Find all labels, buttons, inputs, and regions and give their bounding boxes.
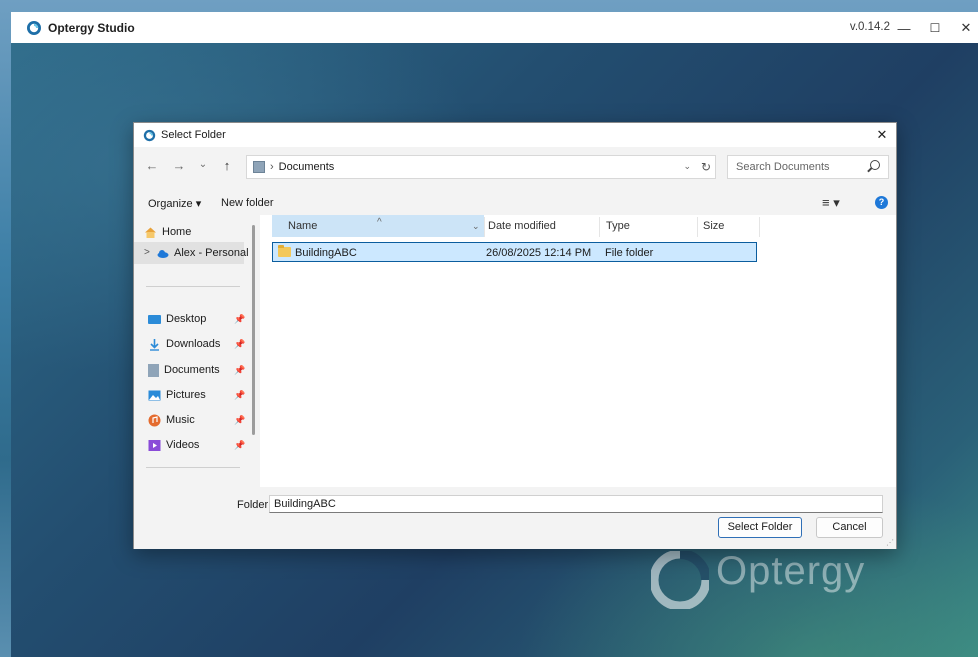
pin-icon[interactable]: 📌 [234, 390, 245, 401]
maximize-button[interactable]: ☐ [925, 18, 945, 38]
column-separator[interactable] [759, 217, 760, 237]
view-options-button[interactable]: ≡ ▾ [822, 195, 840, 211]
folder-icon [278, 245, 291, 257]
refresh-button[interactable]: ↻ [701, 160, 711, 174]
address-bar[interactable]: › Documents ⌄ ↻ [246, 155, 716, 179]
navigation-pane: Home > Alex - Personal Desktop 📌 Downloa… [134, 215, 260, 487]
recent-locations-button[interactable]: ⌄ [195, 159, 211, 170]
new-folder-button[interactable]: New folder [221, 197, 274, 209]
desktop-icon [148, 314, 161, 324]
nav-item-label: Home [162, 226, 192, 238]
folder-label: Folder: [237, 499, 272, 511]
select-folder-button[interactable]: Select Folder [718, 517, 802, 538]
pictures-icon [148, 390, 161, 400]
app-titlebar: Optergy Studio v.0.14.2 — ☐ ✕ [11, 12, 978, 43]
column-filter-icon[interactable]: ⌄ [472, 215, 480, 237]
pin-icon[interactable]: 📌 [234, 440, 245, 451]
folder-name-input[interactable]: BuildingABC [269, 495, 883, 513]
column-separator[interactable] [484, 217, 485, 237]
optergy-brand-icon [651, 551, 709, 609]
nav-item-pictures[interactable]: Pictures [148, 384, 206, 406]
minimize-button[interactable]: — [894, 18, 914, 38]
column-header-name[interactable]: Name [288, 215, 317, 237]
row-type: File folder [605, 247, 654, 259]
nav-item-onedrive[interactable]: Alex - Personal [156, 242, 249, 264]
breadcrumb-documents[interactable]: Documents [279, 161, 335, 173]
back-button[interactable]: ← [144, 158, 160, 173]
nav-item-documents[interactable]: Documents [148, 359, 220, 381]
brand-wordmark: Optergy [716, 549, 866, 593]
optergy-logo-icon [143, 129, 156, 141]
row-name: BuildingABC [295, 247, 357, 259]
column-header-size[interactable]: Size [703, 215, 724, 237]
select-folder-dialog: Select Folder ✕ ← → ⌄ ↑ › Documents ⌄ ↻ … [133, 122, 897, 549]
close-button[interactable]: ✕ [956, 18, 976, 38]
dialog-close-button[interactable]: ✕ [874, 127, 890, 143]
pin-icon[interactable]: 📌 [234, 365, 245, 376]
nav-item-label: Documents [164, 364, 220, 376]
app-title: Optergy Studio [48, 20, 135, 35]
breadcrumb-separator: › [270, 161, 274, 173]
search-input[interactable]: Search Documents [727, 155, 889, 179]
dialog-titlebar: Select Folder ✕ [134, 123, 896, 147]
sort-ascending-icon: ^ [377, 216, 382, 228]
cloud-icon [157, 249, 169, 258]
expand-chevron-icon[interactable]: > [144, 247, 150, 258]
download-icon [150, 338, 159, 351]
forward-button[interactable]: → [171, 158, 187, 173]
nav-item-label: Videos [166, 439, 200, 451]
nav-item-label: Pictures [166, 389, 206, 401]
file-row[interactable]: BuildingABC 26/08/2025 12:14 PM File fol… [272, 242, 757, 262]
home-icon [145, 227, 156, 238]
nav-item-desktop[interactable]: Desktop [148, 308, 206, 330]
nav-item-label: Downloads [166, 338, 221, 350]
app-version: v.0.14.2 [849, 21, 890, 33]
column-separator[interactable] [599, 217, 600, 237]
search-icon[interactable] [870, 160, 880, 170]
documents-icon [253, 161, 265, 173]
help-icon[interactable]: ? [875, 196, 888, 209]
nav-item-music[interactable]: Music [148, 409, 195, 431]
pin-icon[interactable]: 📌 [234, 314, 245, 325]
file-list: Name ^ ⌄ Date modified Type Size Buildin… [260, 215, 896, 487]
navigation-bar: ← → ⌄ ↑ › Documents ⌄ ↻ Search Documents [134, 147, 896, 185]
nav-scrollbar[interactable] [252, 225, 255, 435]
nav-item-home[interactable]: Home [144, 221, 191, 243]
nav-item-videos[interactable]: Videos [148, 434, 199, 456]
row-date: 26/08/2025 12:14 PM [486, 247, 592, 259]
dialog-title: Select Folder [161, 129, 226, 141]
column-header-date[interactable]: Date modified [488, 215, 556, 237]
nav-item-label: Desktop [166, 313, 207, 325]
document-icon [148, 363, 159, 377]
column-separator[interactable] [697, 217, 698, 237]
command-toolbar: Organize ▾ New folder ≡ ▾ ? [134, 191, 896, 215]
videos-icon [148, 439, 161, 451]
optergy-logo-icon [27, 20, 41, 35]
music-icon [148, 414, 161, 426]
search-placeholder: Search Documents [736, 161, 830, 173]
dialog-footer: Folder: BuildingABC Select Folder Cancel… [134, 487, 896, 549]
up-button[interactable]: ↑ [219, 158, 235, 173]
nav-item-label: Music [166, 414, 195, 426]
nav-divider [146, 467, 240, 468]
pin-icon[interactable]: 📌 [234, 339, 245, 350]
resize-grip-icon[interactable]: ⋰ [886, 538, 894, 547]
cancel-button[interactable]: Cancel [816, 517, 883, 538]
pin-icon[interactable]: 📌 [234, 415, 245, 426]
nav-divider [146, 286, 240, 287]
nav-item-downloads[interactable]: Downloads [148, 333, 220, 355]
nav-item-label: Alex - Personal [174, 247, 249, 259]
organize-menu[interactable]: Organize ▾ [148, 197, 201, 210]
column-header-type[interactable]: Type [606, 215, 630, 237]
address-dropdown-icon[interactable]: ⌄ [683, 161, 691, 172]
